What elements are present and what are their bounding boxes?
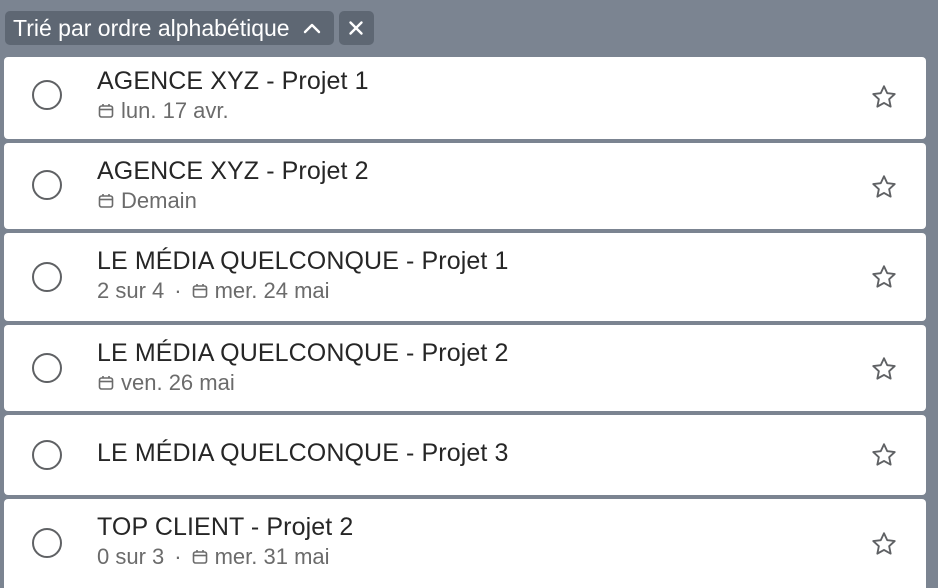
- star-icon[interactable]: [869, 354, 899, 384]
- subtask-count: 0 sur 3: [97, 544, 165, 569]
- due-date: Demain: [121, 188, 197, 213]
- star-icon[interactable]: [869, 82, 899, 112]
- task-title: LE MÉDIA QUELCONQUE - Projet 2: [97, 339, 509, 367]
- due-date: lun. 17 avr.: [121, 98, 229, 123]
- clear-sort-button[interactable]: [338, 11, 374, 45]
- task-title: LE MÉDIA QUELCONQUE - Projet 3: [97, 439, 509, 467]
- separator-dot: ·: [174, 544, 182, 569]
- due-date: mer. 24 mai: [214, 278, 330, 303]
- sort-bar: Trié par ordre alphabétique: [5, 11, 374, 45]
- calendar-icon: [97, 192, 115, 210]
- star-icon[interactable]: [869, 262, 899, 292]
- task-item[interactable]: AGENCE XYZ - Projet 1 lun. 17 avr.: [4, 57, 926, 139]
- complete-checkbox[interactable]: [32, 353, 62, 383]
- task-title: LE MÉDIA QUELCONQUE - Projet 1: [97, 247, 509, 275]
- separator-dot: ·: [174, 278, 182, 303]
- complete-checkbox[interactable]: [32, 528, 62, 558]
- task-meta: lun. 17 avr.: [97, 98, 229, 124]
- task-item[interactable]: LE MÉDIA QUELCONQUE - Projet 1 2 sur 4 ·…: [4, 233, 926, 321]
- complete-checkbox[interactable]: [32, 80, 62, 110]
- star-icon[interactable]: [869, 172, 899, 202]
- task-meta: 2 sur 4 · mer. 24 mai: [97, 278, 330, 304]
- chevron-up-icon: [302, 21, 322, 35]
- subtask-count: 2 sur 4: [97, 278, 165, 303]
- calendar-icon: [97, 374, 115, 392]
- task-title: AGENCE XYZ - Projet 2: [97, 157, 369, 185]
- due-date: mer. 31 mai: [214, 544, 330, 569]
- task-item[interactable]: LE MÉDIA QUELCONQUE - Projet 2 ven. 26 m…: [4, 325, 926, 411]
- task-meta: Demain: [97, 188, 197, 214]
- complete-checkbox[interactable]: [32, 170, 62, 200]
- task-item[interactable]: TOP CLIENT - Projet 2 0 sur 3 · mer. 31 …: [4, 499, 926, 588]
- close-icon: [348, 20, 364, 36]
- complete-checkbox[interactable]: [32, 262, 62, 292]
- sort-label: Trié par ordre alphabétique: [13, 14, 290, 41]
- complete-checkbox[interactable]: [32, 440, 62, 470]
- task-item[interactable]: LE MÉDIA QUELCONQUE - Projet 3: [4, 415, 926, 495]
- task-meta: ven. 26 mai: [97, 370, 235, 396]
- star-icon[interactable]: [869, 440, 899, 470]
- task-title: AGENCE XYZ - Projet 1: [97, 67, 369, 95]
- due-date: ven. 26 mai: [121, 370, 235, 395]
- star-icon[interactable]: [869, 529, 899, 559]
- calendar-icon: [191, 548, 209, 566]
- task-item[interactable]: AGENCE XYZ - Projet 2 Demain: [4, 143, 926, 229]
- task-title: TOP CLIENT - Projet 2: [97, 513, 354, 541]
- calendar-icon: [97, 102, 115, 120]
- calendar-icon: [191, 282, 209, 300]
- task-meta: 0 sur 3 · mer. 31 mai: [97, 544, 330, 570]
- sort-order-button[interactable]: Trié par ordre alphabétique: [5, 11, 334, 45]
